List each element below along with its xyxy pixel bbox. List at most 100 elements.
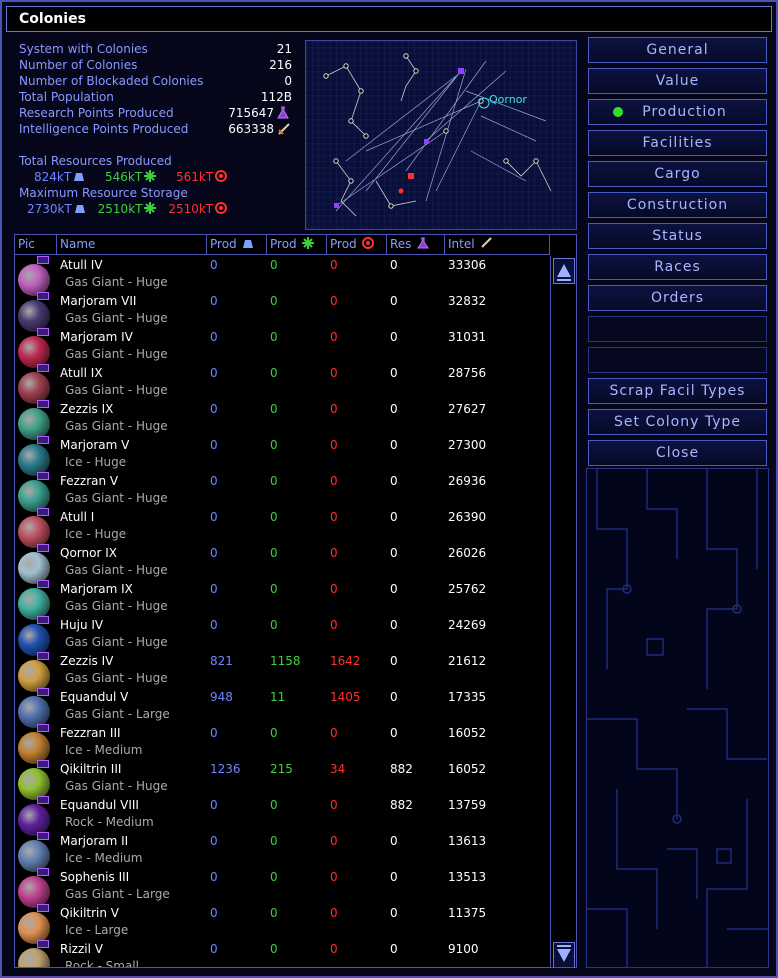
prod-organics: 0 — [270, 582, 278, 596]
research-value: 0 — [390, 834, 398, 848]
research-value: 0 — [390, 870, 398, 884]
col-header-prod-radioactives[interactable]: Prod — [327, 235, 387, 255]
table-row[interactable]: Marjoram IV Gas Giant - Huge 0 0 0 0 31031 — [15, 328, 548, 368]
colony-flag-icon — [37, 688, 49, 696]
research-value: 0 — [390, 366, 398, 380]
research-value: 0 — [390, 402, 398, 416]
stat-label: Research Points Produced — [19, 106, 174, 120]
value-button[interactable]: Value — [588, 68, 767, 94]
stat-label: Number of Colonies — [19, 58, 138, 72]
table-row[interactable]: Qikiltrin III Gas Giant - Huge 1236 215 34 88… — [15, 760, 548, 800]
scrap-facil-types-button[interactable]: Scrap Facil Types — [588, 378, 767, 404]
cargo-button[interactable]: Cargo — [588, 161, 767, 187]
table-row[interactable]: Huju IV Gas Giant - Huge 0 0 0 0 24269 — [15, 616, 548, 656]
intel-value: 33306 — [448, 258, 487, 272]
colony-flag-icon — [37, 328, 49, 336]
prod-organics: 215 — [270, 762, 293, 776]
set-colony-type-button[interactable]: Set Colony Type — [588, 409, 767, 435]
research-value: 0 — [390, 726, 398, 740]
colony-flag-icon — [37, 436, 49, 444]
prod-minerals: 1236 — [210, 762, 241, 776]
research-value: 0 — [390, 654, 398, 668]
colony-flag-icon — [37, 508, 49, 516]
colony-name: Qikiltrin III — [60, 762, 122, 776]
minerals-produced: 824kT — [34, 170, 72, 184]
organics-produced: 546kT — [105, 170, 143, 184]
table-row[interactable]: Atull IV Gas Giant - Huge 0 0 0 0 33306 — [15, 256, 548, 296]
prod-radioactives: 0 — [330, 330, 338, 344]
colony-name: Fezzran V — [60, 474, 119, 488]
colony-flag-icon — [37, 940, 49, 948]
table-row[interactable]: Atull I Ice - Huge 0 0 0 0 26390 — [15, 508, 548, 548]
table-row[interactable]: Zezzis IX Gas Giant - Huge 0 0 0 0 27627 — [15, 400, 548, 440]
intel-value: 24269 — [448, 618, 487, 632]
table-row[interactable]: Zezzis IV Gas Giant - Huge 821 1158 1642 0 216… — [15, 652, 548, 692]
orders-button[interactable]: Orders — [588, 285, 767, 311]
colony-type: Gas Giant - Large — [65, 707, 170, 721]
colony-type: Ice - Medium — [65, 851, 143, 865]
prod-organics: 0 — [270, 798, 278, 812]
production-button[interactable]: Production — [588, 99, 767, 125]
prod-organics: 0 — [270, 870, 278, 884]
vertical-scrollbar[interactable] — [550, 256, 576, 967]
table-row[interactable]: Atull IX Gas Giant - Huge 0 0 0 0 28756 — [15, 364, 548, 404]
table-row[interactable]: Fezzran V Gas Giant - Huge 0 0 0 0 26936 — [15, 472, 548, 512]
intel-value: 9100 — [448, 942, 479, 956]
races-button[interactable]: Races — [588, 254, 767, 280]
scroll-up-button[interactable] — [553, 258, 575, 284]
table-row[interactable]: Equandul VIII Rock - Medium 0 0 0 882 13759 — [15, 796, 548, 836]
prod-organics: 0 — [270, 294, 278, 308]
intel-value: 27300 — [448, 438, 487, 452]
prod-minerals: 948 — [210, 690, 233, 704]
col-header-intel[interactable]: Intel — [445, 235, 550, 255]
intel-value: 26936 — [448, 474, 487, 488]
table-row[interactable]: Marjoram VII Gas Giant - Huge 0 0 0 0 32832 — [15, 292, 548, 332]
radioactives-icon — [362, 236, 375, 249]
colony-name: Atull IX — [60, 366, 103, 380]
map-system-label: Qornor — [489, 93, 527, 106]
general-button[interactable]: General — [588, 37, 767, 63]
stat-value: 0 — [284, 74, 292, 88]
prod-radioactives: 1405 — [330, 690, 361, 704]
scroll-down-button[interactable] — [553, 942, 575, 967]
table-row[interactable]: Marjoram IX Gas Giant - Huge 0 0 0 0 25762 — [15, 580, 548, 620]
col-header-pic[interactable]: Pic — [15, 235, 57, 255]
table-row[interactable]: Qikiltrin V Ice - Large 0 0 0 0 11375 — [15, 904, 548, 944]
colony-type: Gas Giant - Huge — [65, 599, 168, 613]
stat-value: 715647 — [228, 106, 274, 120]
intel-value: 13513 — [448, 870, 487, 884]
col-header-prod-organics[interactable]: Prod — [267, 235, 327, 255]
prod-organics: 0 — [270, 402, 278, 416]
facilities-button[interactable]: Facilities — [588, 130, 767, 156]
research-value: 0 — [390, 942, 398, 956]
active-indicator-icon — [613, 107, 623, 117]
close-button[interactable]: Close — [588, 440, 767, 466]
colony-flag-icon — [37, 724, 49, 732]
research-value: 0 — [390, 546, 398, 560]
col-header-name[interactable]: Name — [57, 235, 207, 255]
prod-radioactives: 0 — [330, 618, 338, 632]
minerals-icon — [74, 203, 85, 213]
prod-organics: 0 — [270, 942, 278, 956]
stat-value: 112B — [260, 90, 292, 104]
construction-button[interactable]: Construction — [588, 192, 767, 218]
table-row[interactable]: Marjoram V Ice - Huge 0 0 0 0 27300 — [15, 436, 548, 476]
prod-organics: 0 — [270, 906, 278, 920]
research-value: 0 — [390, 582, 398, 596]
table-row[interactable]: Qornor IX Gas Giant - Huge 0 0 0 0 26026 — [15, 544, 548, 584]
col-header-prod-minerals[interactable]: Prod — [207, 235, 267, 255]
status-button[interactable]: Status — [588, 223, 767, 249]
galaxy-minimap[interactable]: Qornor — [305, 40, 577, 230]
colony-name: Fezzran III — [60, 726, 121, 740]
col-header-research[interactable]: Res — [387, 235, 445, 255]
prod-organics: 11 — [270, 690, 286, 704]
colony-name: Atull IV — [60, 258, 103, 272]
table-row[interactable]: Marjoram II Ice - Medium 0 0 0 0 13613 — [15, 832, 548, 872]
prod-minerals: 0 — [210, 618, 218, 632]
research-value: 0 — [390, 294, 398, 308]
table-row[interactable]: Sophenis III Gas Giant - Large 0 0 0 0 13513 — [15, 868, 548, 908]
colony-name: Rizzil V — [60, 942, 103, 956]
table-row[interactable]: Equandul V Gas Giant - Large 948 11 1405 0 173… — [15, 688, 548, 728]
table-row[interactable]: Rizzil V Rock - Small 0 0 0 0 9100 — [15, 940, 548, 967]
table-row[interactable]: Fezzran III Ice - Medium 0 0 0 0 16052 — [15, 724, 548, 764]
